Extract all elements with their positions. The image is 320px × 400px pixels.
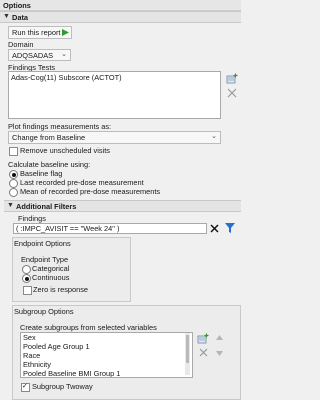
subgroup-options-title: Subgroup Options (14, 307, 74, 316)
domain-label: Domain (8, 40, 34, 49)
remove-unscheduled-label: Remove unscheduled visits (20, 146, 110, 155)
subgroup-twoway-label: Subgroup Twoway (32, 382, 93, 391)
categorical-label: Categorical (32, 264, 70, 273)
last-predose-label: Last recorded pre-dose measurement (20, 178, 144, 187)
list-scrollbar[interactable] (185, 333, 190, 375)
subgroup-variables-list[interactable]: Sex Pooled Age Group 1 Race Ethnicity Po… (20, 332, 193, 378)
last-predose-radio[interactable] (9, 179, 18, 188)
plot-findings-label: Plot findings measurements as: (8, 122, 112, 131)
filters-section-title: Additional Filters (16, 202, 77, 211)
add-list-icon[interactable] (226, 73, 238, 85)
subgroup-variable-item[interactable]: Sex (23, 333, 36, 342)
clear-filter-icon[interactable] (210, 224, 219, 233)
move-down-icon[interactable] (215, 348, 224, 357)
categorical-radio[interactable] (22, 265, 31, 274)
play-icon (62, 29, 69, 36)
run-report-label: Run this report (12, 28, 61, 37)
mean-predose-radio[interactable] (9, 188, 18, 197)
baseline-flag-radio[interactable] (9, 170, 18, 179)
create-subgroups-label: Create subgroups from selected variables (20, 323, 157, 332)
collapse-triangle-icon: ▼ (7, 202, 14, 209)
mean-predose-label: Mean of recorded pre-dose measurements (20, 187, 161, 196)
add-variable-icon[interactable] (197, 333, 209, 345)
remove-unscheduled-checkbox[interactable] (9, 147, 18, 156)
filter-icon[interactable] (225, 223, 235, 233)
remove-icon[interactable] (227, 88, 239, 100)
chevron-down-icon: ⌄ (211, 133, 217, 140)
continuous-label: Continuous (32, 273, 70, 282)
zero-is-response-checkbox[interactable] (23, 286, 32, 295)
scrollbar-thumb[interactable] (186, 335, 189, 363)
data-section-title: Data (12, 13, 29, 22)
zero-is-response-label: Zero is response (33, 285, 89, 294)
findings-tests-list[interactable]: Adas-Cog(11) Subscore (ACTOT) (8, 71, 221, 119)
run-report-button[interactable]: Run this report (8, 26, 72, 39)
subgroup-variable-item[interactable]: Ethnicity (23, 360, 51, 369)
data-section-header[interactable]: ▼ Data (0, 11, 241, 23)
continuous-radio[interactable] (22, 274, 31, 283)
findings-filter-field[interactable]: ( :IMPC_AVISIT == "Week 24" ) (13, 223, 207, 234)
baseline-label: Calculate baseline using: (8, 160, 91, 169)
subgroup-variable-item[interactable]: Pooled Baseline BMI Group 1 (23, 369, 120, 377)
domain-select[interactable]: ADQSADAS ⌄ (8, 49, 71, 61)
chevron-down-icon: ⌄ (61, 51, 67, 58)
findings-filter-label: Findings (18, 214, 46, 223)
findings-tests-item[interactable]: Adas-Cog(11) Subscore (ACTOT) (11, 73, 122, 82)
options-panel-header: Options (0, 0, 241, 11)
move-up-icon[interactable] (215, 334, 224, 343)
domain-value: ADQSADAS (12, 51, 54, 60)
subgroup-twoway-checkbox[interactable] (21, 382, 30, 392)
remove-variable-icon[interactable] (199, 348, 208, 357)
subgroup-variable-item[interactable]: Race (23, 351, 40, 360)
collapse-triangle-icon: ▼ (3, 13, 10, 20)
baseline-flag-label: Baseline flag (20, 169, 63, 178)
options-title: Options (3, 1, 31, 10)
subgroup-variable-item[interactable]: Pooled Age Group 1 (23, 342, 90, 351)
plot-findings-value: Change from Baseline (12, 133, 86, 142)
endpoint-type-label: Endpoint Type (21, 255, 69, 264)
filters-section-header[interactable]: ▼ Additional Filters (4, 200, 241, 212)
endpoint-options-title: Endpoint Options (14, 239, 71, 248)
findings-filter-value: ( :IMPC_AVISIT == "Week 24" ) (16, 224, 120, 233)
plot-findings-select[interactable]: Change from Baseline ⌄ (8, 131, 221, 144)
